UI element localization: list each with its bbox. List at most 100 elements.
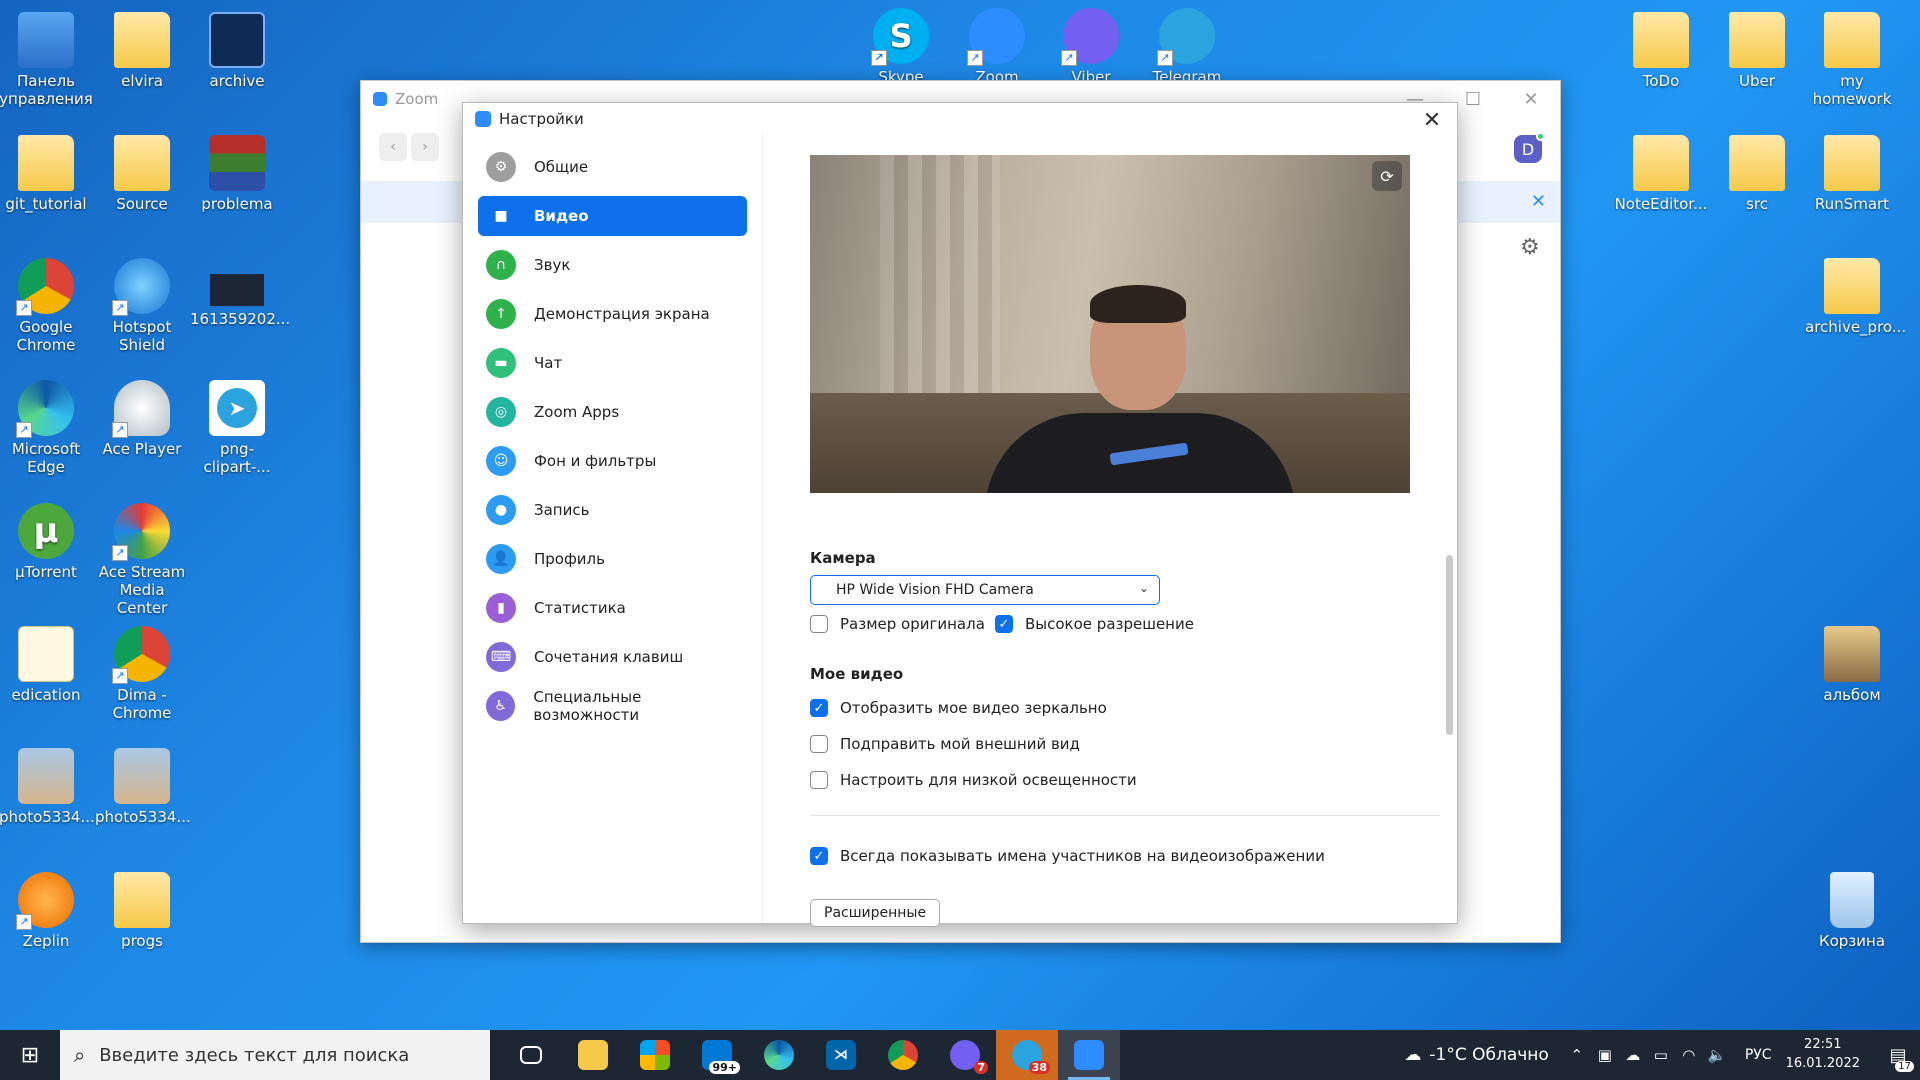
original-size-checkbox[interactable]	[810, 615, 828, 633]
desktop-icon-google-chrome[interactable]: ↗ Google Chrome	[0, 258, 93, 354]
desktop-icon-png-clipart[interactable]: ➤ png-clipart-...	[190, 380, 284, 476]
mirror-checkbox[interactable]: ✓	[810, 699, 828, 717]
low-light-checkbox[interactable]	[810, 771, 828, 789]
mirror-checkbox-row[interactable]: ✓ Отобразить мое видео зеркально	[810, 699, 1107, 717]
taskbar-zoom[interactable]	[1058, 1030, 1120, 1080]
desktop-icon-my-homework[interactable]: my homework	[1805, 12, 1899, 108]
original-size-checkbox-row[interactable]: Размер оригинала	[810, 615, 985, 633]
desktop-icon-album[interactable]: альбом	[1805, 626, 1899, 704]
desktop-icon-source[interactable]: Source	[95, 135, 189, 213]
onedrive-icon[interactable]: ☁	[1619, 1046, 1647, 1064]
camera-select[interactable]: HP Wide Vision FHD Camera ⌄	[810, 575, 1160, 605]
advanced-button[interactable]: Расширенные	[810, 899, 941, 927]
desktop-icon-git-tutorial[interactable]: git_tutorial	[0, 135, 93, 213]
sidebar-item-audio[interactable]: ∩ Звук	[478, 245, 747, 285]
taskbar-telegram[interactable]: 38	[996, 1030, 1058, 1080]
desktop-icon-photo2[interactable]: photo5334...	[95, 748, 191, 826]
touch-up-checkbox[interactable]	[810, 735, 828, 753]
battery-icon[interactable]: ▭	[1647, 1046, 1675, 1064]
taskbar-chrome[interactable]	[872, 1030, 934, 1080]
sidebar-item-background[interactable]: ☺ Фон и фильтры	[478, 441, 747, 481]
desktop-icon-label: 161359202...	[190, 310, 291, 328]
desktop-icon-edication[interactable]: edication	[0, 626, 93, 704]
hd-checkbox[interactable]: ✓	[995, 615, 1013, 633]
taskbar-viber[interactable]: 7	[934, 1030, 996, 1080]
sidebar-item-statistics[interactable]: ▮ Статистика	[478, 588, 747, 628]
shortcut-arrow-icon: ↗	[112, 300, 128, 316]
sidebar-item-share-screen[interactable]: ↑ Демонстрация экрана	[478, 294, 747, 334]
notification-center-icon[interactable]: ▤ 17	[1876, 1030, 1920, 1080]
taskbar-store[interactable]	[624, 1030, 686, 1080]
close-icon[interactable]: ✕	[1502, 81, 1560, 117]
taskbar-mail[interactable]: 99+	[686, 1030, 748, 1080]
desktop-icon-archive-pro[interactable]: archive_pro...	[1805, 258, 1906, 336]
desktop-icon-ace-stream[interactable]: ↗ Ace Stream Media Center	[95, 503, 189, 617]
desktop-icon-src[interactable]: src	[1710, 135, 1804, 213]
taskbar-vscode[interactable]: ⋊	[810, 1030, 872, 1080]
desktop-icon-recycle-bin[interactable]: Корзина	[1805, 872, 1899, 950]
desktop-icon-hotspot-shield[interactable]: ↗ Hotspot Shield	[95, 258, 189, 354]
desktop-icon-noteeditor[interactable]: NoteEditor...	[1614, 135, 1708, 213]
desktop-icon-zoom[interactable]: ↗ Zoom	[950, 8, 1044, 86]
desktop-icon-zeplin[interactable]: ↗ Zeplin	[0, 872, 93, 950]
sidebar-item-chat[interactable]: ▬ Чат	[478, 343, 747, 383]
desktop-icon-control-panel[interactable]: Панель управления	[0, 12, 93, 108]
desktop-icon-dima-chrome[interactable]: ↗ Dima - Chrome	[95, 626, 189, 722]
desktop-icon-microsoft-edge[interactable]: ↗ Microsoft Edge	[0, 380, 93, 476]
desktop-icon-todo[interactable]: ToDo	[1614, 12, 1708, 90]
desktop-icon-utorrent[interactable]: µ µTorrent	[0, 503, 93, 581]
meet-now-icon[interactable]: ▣	[1591, 1046, 1619, 1064]
desktop-icon-telegram[interactable]: ↗ Telegram	[1140, 8, 1234, 86]
avatar[interactable]: D	[1514, 132, 1545, 163]
desktop-icon-skype[interactable]: S ↗ Skype	[854, 8, 948, 86]
gear-icon[interactable]: ⚙	[1520, 237, 1542, 259]
show-names-checkbox-row[interactable]: ✓ Всегда показывать имена участников на …	[810, 847, 1325, 865]
sidebar-item-profile[interactable]: 👤 Профиль	[478, 539, 747, 579]
taskbar-task-view[interactable]	[500, 1030, 562, 1080]
sidebar-item-shortcuts[interactable]: ⌨ Сочетания клавиш	[478, 637, 747, 677]
taskbar-edge[interactable]	[748, 1030, 810, 1080]
desktop-icon-photo1[interactable]: photo5334...	[0, 748, 95, 826]
desktop-icon-elvira[interactable]: elvira	[95, 12, 189, 90]
scrollbar[interactable]	[1446, 555, 1453, 735]
language-indicator[interactable]: РУС	[1745, 1047, 1772, 1063]
sidebar-item-recording[interactable]: ● Запись	[478, 490, 747, 530]
clock[interactable]: 22:51 16.01.2022	[1786, 1036, 1860, 1074]
desktop-icon-label: my homework	[1812, 72, 1892, 108]
back-arrow-icon[interactable]: ‹	[379, 133, 407, 161]
settings-sidebar: ⚙ Общие ■ Видео ∩ Звук ↑ Демонстрация эк…	[463, 135, 763, 923]
close-icon[interactable]: ✕	[1417, 105, 1447, 135]
sidebar-item-general[interactable]: ⚙ Общие	[478, 147, 747, 187]
close-banner-icon[interactable]: ✕	[1531, 191, 1546, 212]
desktop-icon-problema[interactable]: problema	[190, 135, 284, 213]
sidebar-item-zoom-apps[interactable]: ◎ Zoom Apps	[478, 392, 747, 432]
taskbar-search[interactable]: ⌕ Введите здесь текст для поиска	[60, 1030, 490, 1080]
hd-checkbox-row[interactable]: ✓ Высокое разрешение	[995, 615, 1194, 633]
desktop-icon-runsmart[interactable]: RunSmart	[1805, 135, 1899, 213]
rotate-camera-icon[interactable]: ⟳	[1372, 161, 1402, 191]
touch-up-checkbox-row[interactable]: Подправить мой внешний вид	[810, 735, 1080, 753]
show-names-checkbox[interactable]: ✓	[810, 847, 828, 865]
volume-icon[interactable]: 🔈	[1703, 1046, 1731, 1064]
wifi-icon[interactable]: ◠	[1675, 1046, 1703, 1064]
system-tray: ☁ -1°C Облачно ⌃ ▣ ☁ ▭ ◠ 🔈 РУС 22:51 16.…	[1404, 1030, 1920, 1080]
desktop-icon-viber[interactable]: ↗ Viber	[1044, 8, 1138, 86]
sidebar-item-video[interactable]: ■ Видео	[478, 196, 747, 236]
zeplin-icon: ↗	[16, 872, 74, 930]
desktop-icon-progs[interactable]: progs	[95, 872, 189, 950]
forward-arrow-icon[interactable]: ›	[411, 133, 439, 161]
desktop-icon-archive[interactable]: archive	[190, 12, 284, 90]
sidebar-item-accessibility[interactable]: ♿ Специальные возможности	[478, 686, 747, 726]
chevron-up-icon[interactable]: ⌃	[1563, 1046, 1591, 1064]
desktop-icon-ace-player[interactable]: ↗ Ace Player	[95, 380, 189, 458]
sidebar-item-label: Профиль	[534, 550, 605, 568]
desktop-icon-file-161[interactable]: 161359202...	[190, 258, 291, 328]
taskbar-explorer[interactable]	[562, 1030, 624, 1080]
low-light-checkbox-row[interactable]: Настроить для низкой освещенности	[810, 771, 1137, 789]
shortcut-arrow-icon: ↗	[16, 300, 32, 316]
windows-start-icon[interactable]: ⊞	[0, 1030, 60, 1080]
sidebar-item-label: Zoom Apps	[534, 403, 620, 421]
desktop-icon-uber[interactable]: Uber	[1710, 12, 1804, 90]
weather-widget[interactable]: ☁ -1°C Облачно	[1404, 1045, 1548, 1065]
shortcut-arrow-icon: ↗	[1157, 50, 1173, 66]
